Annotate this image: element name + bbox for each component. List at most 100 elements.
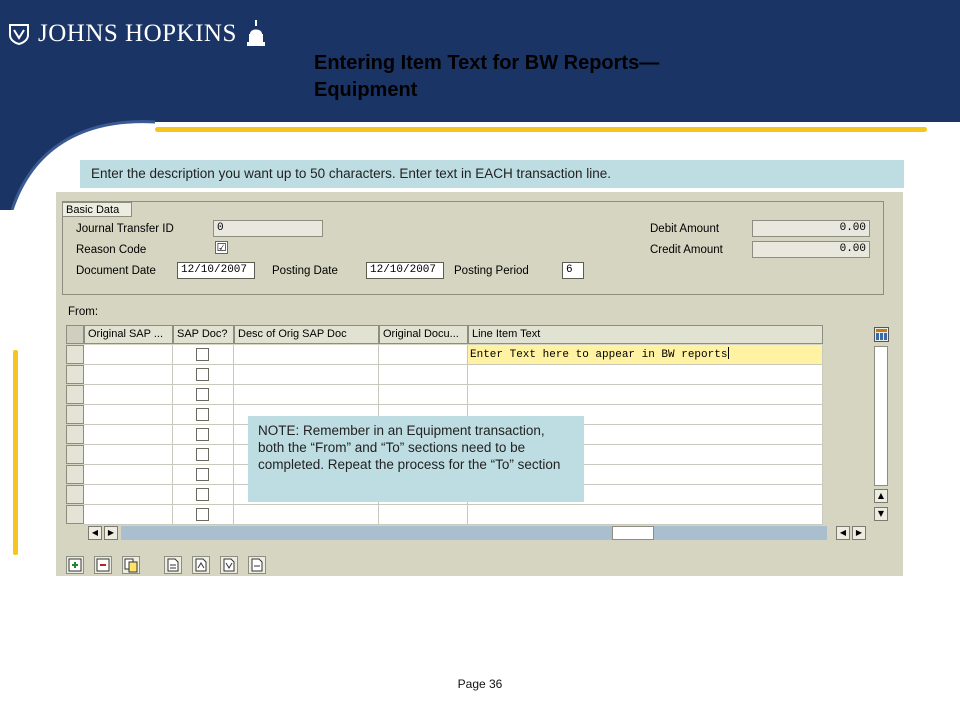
cell-sap-doc[interactable] (173, 345, 234, 365)
insert-row-icon (68, 558, 82, 572)
cell-sap-doc[interactable] (173, 425, 234, 445)
title-underline (155, 127, 927, 132)
document-icon-1 (167, 558, 179, 572)
cell-sap-doc[interactable] (173, 465, 234, 485)
column-header-sap-doc[interactable]: SAP Doc? (173, 325, 234, 344)
row-select-button[interactable] (66, 425, 84, 444)
horizontal-scrollbar-thumb[interactable] (612, 526, 654, 540)
vertical-scrollbar-thumb[interactable] (874, 346, 888, 486)
left-accent-bar (13, 350, 18, 555)
sap-doc-checkbox[interactable] (196, 368, 209, 381)
row-select-button[interactable] (66, 405, 84, 424)
row-select-button[interactable] (66, 385, 84, 404)
cell-original-docu[interactable] (379, 365, 468, 385)
cell-original-docu[interactable] (379, 505, 468, 525)
brand-logo: JOHNS HOPKINS (8, 16, 267, 52)
slide-title: Entering Item Text for BW Reports—Equipm… (314, 52, 660, 101)
cell-desc-orig-sap-doc[interactable] (234, 385, 379, 405)
scroll-down-button[interactable]: ▼ (874, 507, 888, 521)
cell-sap-doc[interactable] (173, 385, 234, 405)
table-settings-icon[interactable] (874, 327, 889, 342)
row-select-button[interactable] (66, 445, 84, 464)
sap-doc-checkbox[interactable] (196, 468, 209, 481)
select-all-button[interactable] (66, 325, 84, 344)
column-header-line-item-text[interactable]: Line Item Text (468, 325, 823, 344)
cell-original-sap[interactable] (84, 405, 173, 425)
cell-sap-doc[interactable] (173, 405, 234, 425)
reason-code-checkbox[interactable]: ☑ (215, 241, 228, 254)
cell-sap-doc[interactable] (173, 365, 234, 385)
journal-transfer-id-label: Journal Transfer ID (76, 223, 174, 235)
debit-amount-label: Debit Amount (650, 223, 720, 235)
document-button-2[interactable] (192, 556, 210, 574)
text-caret (728, 347, 730, 359)
from-section-label: From: (68, 306, 99, 318)
document-date-field[interactable]: 12/10/2007 (177, 262, 255, 279)
cell-original-docu[interactable] (379, 385, 468, 405)
sap-doc-checkbox[interactable] (196, 448, 209, 461)
document-button-1[interactable] (164, 556, 182, 574)
document-icon-2 (195, 558, 207, 572)
cell-original-sap[interactable] (84, 445, 173, 465)
row-select-button[interactable] (66, 505, 84, 524)
posting-period-label: Posting Period (454, 265, 529, 277)
column-header-original-docu[interactable]: Original Docu... (379, 325, 468, 344)
cell-line-item-text[interactable]: Enter Text here to appear in BW reports (468, 345, 823, 365)
cell-line-item-text[interactable] (468, 365, 823, 385)
sap-doc-checkbox[interactable] (196, 428, 209, 441)
cell-line-item-text[interactable] (468, 385, 823, 405)
sap-doc-checkbox[interactable] (196, 388, 209, 401)
row-select-button[interactable] (66, 485, 84, 504)
scroll-right-button[interactable]: ▶ (104, 526, 118, 540)
cell-original-docu[interactable] (379, 345, 468, 365)
scroll-right-end-button[interactable]: ▶ (852, 526, 866, 540)
debit-amount-field[interactable]: 0.00 (752, 220, 870, 237)
posting-period-field[interactable]: 6 (562, 262, 584, 279)
sap-doc-checkbox[interactable] (196, 348, 209, 361)
scroll-left-button[interactable]: ◀ (88, 526, 102, 540)
sap-doc-checkbox[interactable] (196, 488, 209, 501)
sap-doc-checkbox[interactable] (196, 508, 209, 521)
insert-row-button[interactable] (66, 556, 84, 574)
cell-original-sap[interactable] (84, 485, 173, 505)
row-select-button[interactable] (66, 465, 84, 484)
copy-row-button[interactable] (122, 556, 140, 574)
basic-data-label: Basic Data (62, 202, 132, 217)
brand-name: JOHNS HOPKINS (38, 20, 237, 47)
cell-line-item-text[interactable] (468, 505, 823, 525)
cell-sap-doc[interactable] (173, 485, 234, 505)
reason-code-label: Reason Code (76, 244, 147, 256)
cell-original-sap[interactable] (84, 365, 173, 385)
document-button-4[interactable] (248, 556, 266, 574)
cell-sap-doc[interactable] (173, 505, 234, 525)
cell-desc-orig-sap-doc[interactable] (234, 505, 379, 525)
cell-original-sap[interactable] (84, 345, 173, 365)
scroll-up-button[interactable]: ▲ (874, 489, 888, 503)
cell-desc-orig-sap-doc[interactable] (234, 365, 379, 385)
delete-row-button[interactable] (94, 556, 112, 574)
dome-icon (246, 20, 265, 46)
cell-original-sap[interactable] (84, 425, 173, 445)
sap-screen: Basic Data Journal Transfer ID 0 Reason … (56, 192, 903, 576)
scroll-left-end-button[interactable]: ◀ (836, 526, 850, 540)
sap-doc-checkbox[interactable] (196, 408, 209, 421)
cell-original-sap[interactable] (84, 385, 173, 405)
row-select-button[interactable] (66, 345, 84, 364)
document-button-3[interactable] (220, 556, 238, 574)
row-select-button[interactable] (66, 365, 84, 384)
cell-desc-orig-sap-doc[interactable] (234, 345, 379, 365)
cell-original-sap[interactable] (84, 465, 173, 485)
document-icon-3 (223, 558, 235, 572)
document-icon-4 (251, 558, 263, 572)
credit-amount-field[interactable]: 0.00 (752, 241, 870, 258)
column-header-original-sap[interactable]: Original SAP ... (84, 325, 173, 344)
cell-original-sap[interactable] (84, 505, 173, 525)
posting-date-field[interactable]: 12/10/2007 (366, 262, 444, 279)
cell-sap-doc[interactable] (173, 445, 234, 465)
column-header-desc-orig-sap-doc[interactable]: Desc of Orig SAP Doc (234, 325, 379, 344)
delete-row-icon (96, 558, 110, 572)
document-date-label: Document Date (76, 265, 156, 277)
horizontal-scrollbar-track[interactable] (121, 526, 827, 540)
journal-transfer-id-field[interactable]: 0 (213, 220, 323, 237)
page-number: Page 36 (457, 677, 503, 691)
